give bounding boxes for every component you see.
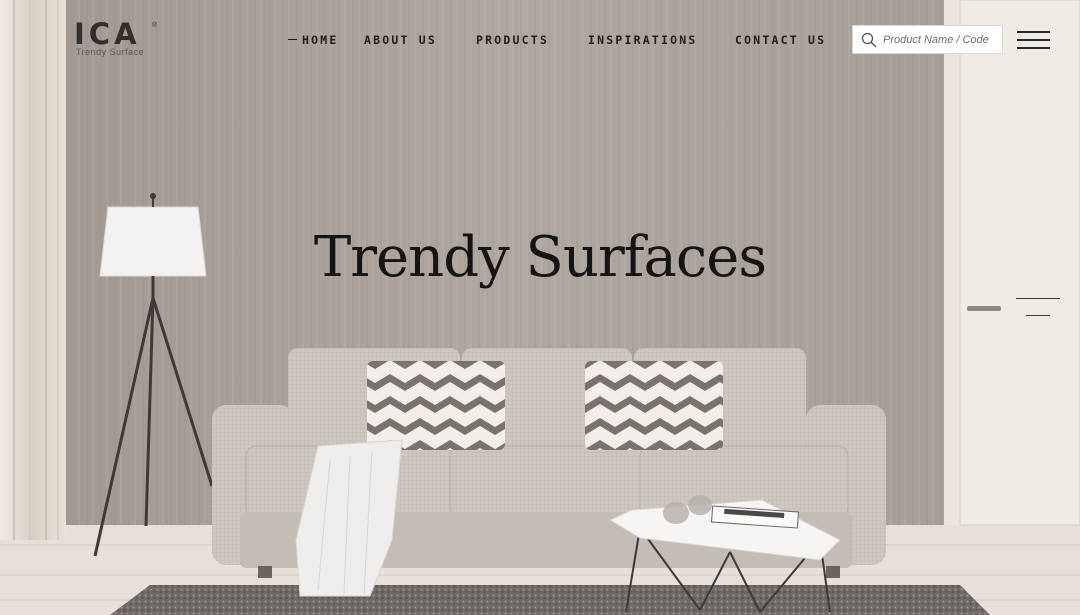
- logo-tagline: Trendy Surface: [76, 47, 145, 57]
- nav-item-contact-us[interactable]: CONTACT US: [735, 33, 826, 47]
- nav-item-about-us[interactable]: ABOUT US: [364, 33, 437, 47]
- hero-banner: [0, 0, 1080, 615]
- search-input[interactable]: [883, 30, 999, 50]
- nav-item-products[interactable]: PRODUCTS: [476, 33, 549, 47]
- slide-indicator-line: [1016, 298, 1060, 299]
- hamburger-menu-button[interactable]: [1017, 31, 1051, 51]
- active-indicator: [288, 39, 297, 40]
- nav-item-inspirations[interactable]: INSPIRATIONS: [588, 33, 697, 47]
- nav-item-label: PRODUCTS: [476, 33, 549, 47]
- nav-item-label: HOME: [302, 33, 339, 47]
- brand-logo[interactable]: ICA ® Trendy Surface: [74, 20, 164, 60]
- logo-mark: ICA: [74, 17, 141, 51]
- nav-item-label: ABOUT US: [364, 33, 437, 47]
- search-icon[interactable]: [861, 32, 877, 48]
- registered-mark: ®: [152, 22, 158, 29]
- hamburger-line: [1017, 39, 1050, 41]
- nav-item-home[interactable]: HOME: [288, 33, 339, 47]
- slide-indicator[interactable]: [1016, 298, 1062, 318]
- search-box[interactable]: [852, 25, 1003, 54]
- nav-item-label: CONTACT US: [735, 33, 827, 47]
- nav-item-label: INSPIRATIONS: [588, 33, 698, 47]
- hero-background-image: [0, 0, 1080, 615]
- hamburger-menu-icon: [1017, 31, 1050, 33]
- hero-title: Trendy Surfaces: [313, 225, 767, 290]
- slide-indicator-line: [1026, 315, 1050, 316]
- hamburger-line: [1017, 47, 1050, 49]
